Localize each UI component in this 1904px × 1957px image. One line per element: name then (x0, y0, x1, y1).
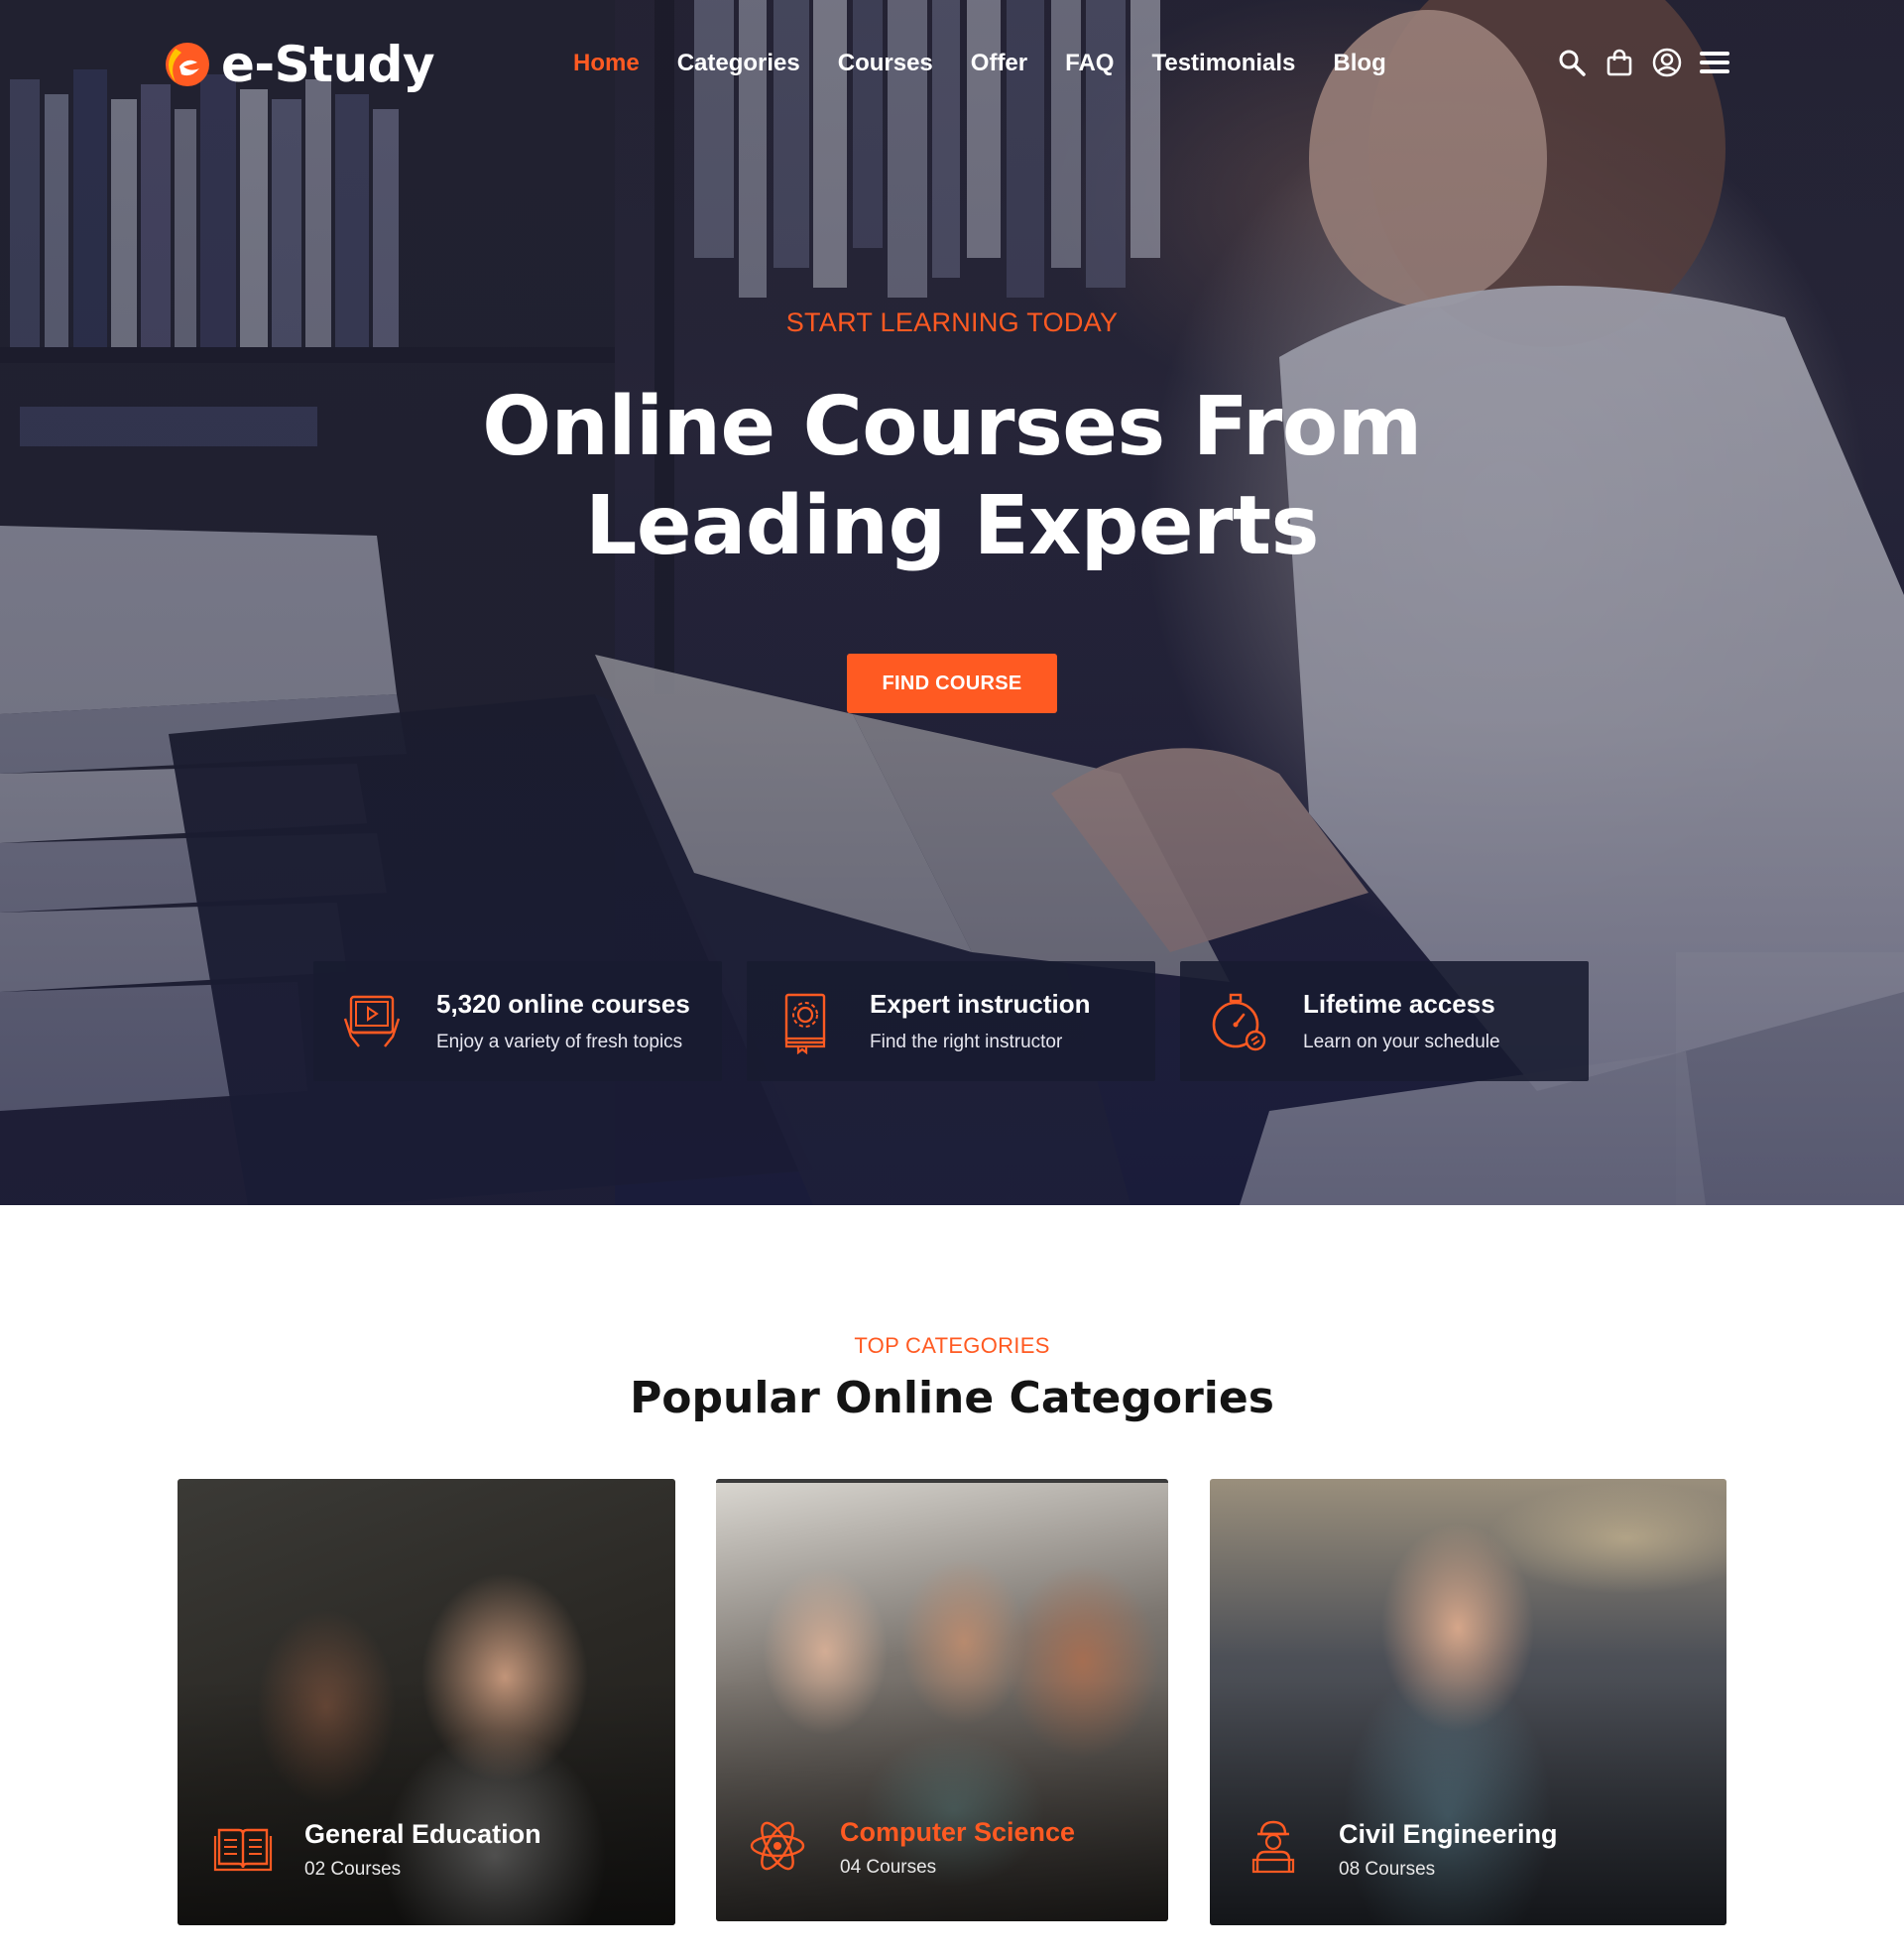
nav-item-courses[interactable]: Courses (838, 50, 933, 77)
stopwatch-icon (1212, 993, 1266, 1050)
hero-title: Online Courses From Leading Experts (0, 378, 1904, 576)
logo[interactable]: e-Study (162, 36, 435, 93)
category-title: Civil Engineering (1339, 1819, 1558, 1849)
feature-list: 5,320 online courses Enjoy a variety of … (313, 961, 1589, 1081)
feature-subtitle: Learn on your schedule (1303, 1032, 1500, 1052)
search-icon[interactable] (1557, 48, 1587, 77)
user-account-icon[interactable] (1652, 48, 1682, 77)
logo-icon (166, 43, 209, 86)
category-card-civil-engineering[interactable]: Civil Engineering 08 Courses (1210, 1479, 1726, 1925)
feature-card: 5,320 online courses Enjoy a variety of … (313, 961, 722, 1081)
feature-subtitle: Enjoy a variety of fresh topics (436, 1032, 683, 1052)
shopping-bag-icon[interactable] (1605, 48, 1634, 77)
category-count: 02 Courses (304, 1859, 402, 1880)
feature-title: Expert instruction (870, 989, 1091, 1019)
certificate-gear-icon (784, 993, 826, 1054)
category-count: 08 Courses (1339, 1859, 1436, 1880)
main-menu: Home Categories Courses Offer FAQ Testim… (573, 50, 1386, 77)
category-card-computer-science[interactable]: Computer Science 04 Courses (716, 1479, 1168, 1921)
atom-icon (750, 1821, 805, 1871)
nav-item-categories[interactable]: Categories (677, 50, 800, 77)
nav-actions (1557, 48, 1729, 77)
categories-eyebrow: TOP CATEGORIES (854, 1333, 1050, 1358)
logo-text: e-Study (221, 36, 435, 93)
engineer-icon (1251, 1820, 1295, 1874)
hero-section: e-Study Home Categories Courses Offer FA… (0, 0, 1904, 1205)
category-title: Computer Science (840, 1817, 1076, 1847)
top-navigation: e-Study Home Categories Courses Offer FA… (0, 30, 1904, 99)
feature-card: Lifetime access Learn on your schedule (1180, 961, 1589, 1081)
hero-content: START LEARNING TODAY Online Courses From… (0, 307, 1904, 576)
feature-card: Expert instruction Find the right instru… (747, 961, 1155, 1081)
feature-title: 5,320 online courses (436, 989, 690, 1019)
nav-item-testimonials[interactable]: Testimonials (1151, 50, 1295, 77)
hamburger-menu-icon[interactable] (1700, 48, 1729, 77)
hero-title-line-1: Online Courses From (482, 380, 1422, 474)
category-count: 04 Courses (840, 1857, 937, 1878)
open-book-icon (213, 1828, 273, 1872)
feature-title: Lifetime access (1303, 989, 1495, 1019)
feature-subtitle: Find the right instructor (870, 1032, 1063, 1052)
hero-eyebrow: START LEARNING TODAY (785, 307, 1119, 337)
nav-item-home[interactable]: Home (573, 50, 640, 77)
category-title: General Education (304, 1819, 541, 1849)
nav-item-blog[interactable]: Blog (1333, 50, 1385, 77)
categories-title: Popular Online Categories (630, 1373, 1274, 1423)
nav-item-offer[interactable]: Offer (971, 50, 1027, 77)
category-card-general-education[interactable]: General Education 02 Courses (178, 1479, 675, 1925)
nav-item-faq[interactable]: FAQ (1065, 50, 1114, 77)
video-tablet-icon (343, 995, 401, 1047)
find-course-button[interactable]: FIND COURSE (847, 654, 1057, 713)
hero-title-line-2: Leading Experts (585, 479, 1319, 573)
